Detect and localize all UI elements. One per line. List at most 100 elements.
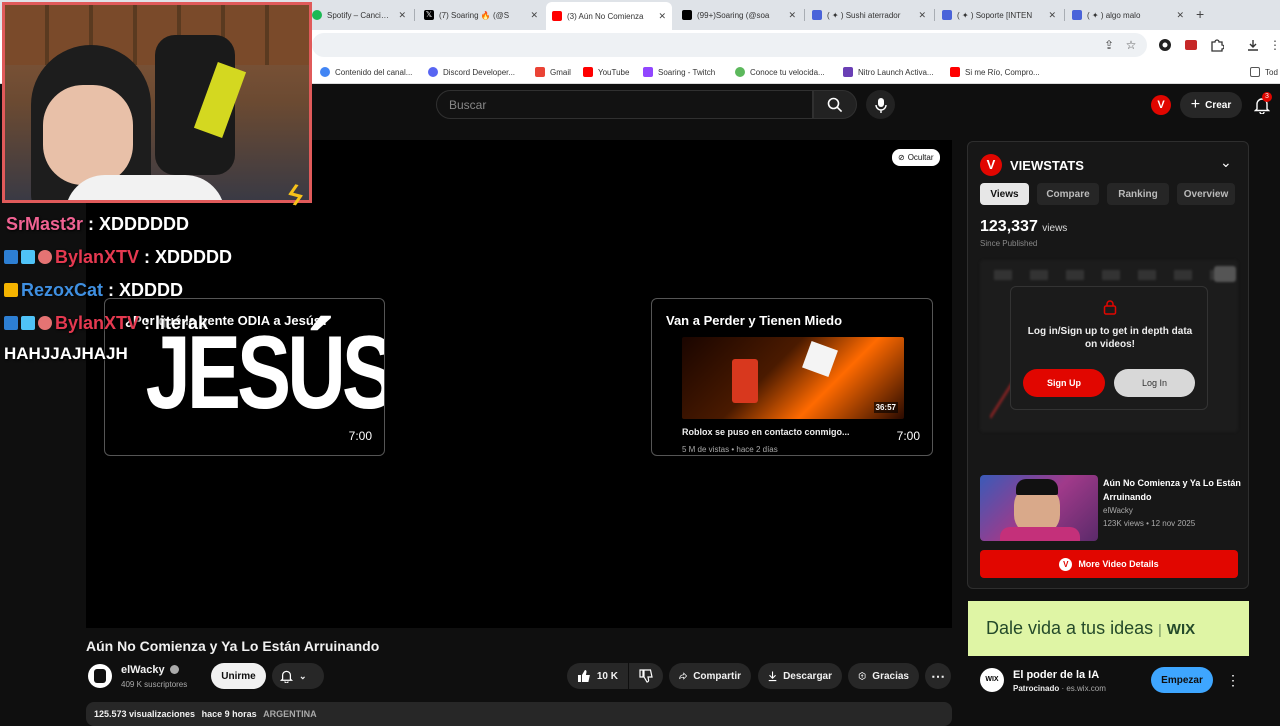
viewstats-video-meta: 123K views • 12 nov 2025 [1103, 519, 1196, 528]
video-thumbnail[interactable] [980, 475, 1098, 541]
bookmark-item[interactable]: Contenido del canal... [320, 65, 412, 79]
bookmark-item[interactable]: Soaring - Twitch [643, 65, 715, 79]
tab-ranking[interactable]: Ranking [1107, 183, 1169, 205]
video-player[interactable]: ⊘ Ocultar JESÚS ¿Por qué la gente ODIA a… [86, 140, 952, 628]
browser-tab-soporte[interactable]: ( ✦ ) Soporte [INTEN ✕ [936, 4, 1062, 26]
search-box [436, 90, 813, 119]
channel-name[interactable]: elWacky [121, 664, 179, 676]
close-icon[interactable]: ✕ [918, 10, 926, 21]
browser-tab-algo-malo[interactable]: ( ✦ ) algo malo ✕ [1066, 4, 1190, 26]
subscribe-notifications-button[interactable]: ⌄ [272, 663, 324, 689]
bookmark-folder[interactable]: Tod [1250, 65, 1278, 79]
like-button[interactable]: 10 K [567, 663, 628, 689]
bookmark-item[interactable]: Si me Río, Compro... [950, 65, 1040, 79]
x-logo-icon: 𝕏 [424, 10, 434, 20]
extension-red-icon[interactable] [1184, 38, 1198, 52]
bookmark-star-icon[interactable]: ☆ [1124, 38, 1138, 52]
menu-icon[interactable]: ⋮ [1268, 38, 1280, 52]
views-count: 123,337 [980, 218, 1038, 235]
browser-tab-tiktok[interactable]: (99+)Soaring (@soa ✕ [676, 4, 802, 26]
new-tab-button[interactable]: + [1196, 6, 1204, 22]
upload-time: hace 9 horas [201, 709, 257, 719]
voice-search-button[interactable] [866, 90, 895, 119]
chat-message: RezoxCat : XDDDD [4, 280, 183, 301]
close-icon[interactable]: ✕ [1176, 10, 1184, 21]
thumbnail-shirt [1000, 527, 1080, 541]
discord-icon [428, 67, 438, 77]
tab-views[interactable]: Views [980, 183, 1029, 205]
view-count: 125.573 visualizaciones [94, 709, 196, 719]
download-icon [768, 671, 777, 682]
since-published: Since Published [980, 239, 1038, 248]
chevron-down-icon: ⌄ [299, 670, 307, 681]
ad-cta-button[interactable]: Empezar [1151, 667, 1213, 693]
viewstats-video-title[interactable]: Aún No Comienza y Ya Lo Están Arruinando [1103, 476, 1243, 504]
eye-off-icon: ⊘ [898, 153, 905, 162]
tab-overview[interactable]: Overview [1177, 183, 1235, 205]
more-video-details-button[interactable]: V More Video Details [980, 550, 1238, 578]
bookmark-item[interactable]: Discord Developer... [428, 65, 515, 79]
hide-endcards-button[interactable]: ⊘ Ocultar [892, 149, 940, 166]
endcard-video-2[interactable]: Van a Perder y Tienen Miedo 36:57 Roblox… [651, 298, 933, 456]
signup-button[interactable]: Sign Up [1023, 369, 1105, 397]
notification-count-badge: 3 [1262, 92, 1272, 102]
streamer-shirt [65, 175, 225, 200]
ad-title[interactable]: El poder de la IA [1013, 669, 1099, 681]
bookmark-item[interactable]: Conoce tu velocida... [735, 65, 825, 79]
browser-tab-sushi[interactable]: ( ✦ ) Sushi aterrador ✕ [806, 4, 932, 26]
download-label: Descargar [783, 670, 832, 682]
google-icon [320, 67, 330, 77]
viewstats-extension-icon[interactable]: V [1151, 95, 1171, 115]
close-icon[interactable]: ✕ [398, 10, 406, 21]
chat-app-icon [1072, 10, 1082, 20]
login-button[interactable]: Log In [1114, 369, 1195, 397]
microphone-icon [874, 97, 887, 113]
channel-avatar[interactable] [88, 664, 112, 688]
install-app-icon[interactable]: ⇪ [1102, 38, 1116, 52]
dislike-button[interactable] [629, 663, 663, 689]
chat-text: : literak [139, 313, 209, 333]
browser-tab-spotify[interactable]: Spotify – Canciones q ✕ [306, 4, 412, 26]
address-bar[interactable]: ⇪ ☆ [312, 33, 1147, 57]
close-icon[interactable]: ✕ [788, 10, 796, 21]
search-button[interactable] [813, 90, 857, 119]
collapse-chevron-icon[interactable]: ⌄ [1220, 154, 1232, 171]
thumbnail-cap [1016, 479, 1058, 495]
lock-icon [1103, 300, 1117, 315]
bookmark-item[interactable]: YouTube [583, 65, 629, 79]
endcard-duration: 7:00 [348, 429, 372, 443]
bookmark-item[interactable]: Nitro Launch Activa... [843, 65, 934, 79]
browser-tab-x[interactable]: 𝕏 (7) Soaring 🔥 (@S ✕ [418, 4, 544, 26]
close-icon[interactable]: ✕ [658, 11, 666, 22]
description-meta: 125.573 visualizaciones hace 9 horas ARG… [94, 709, 317, 719]
join-button[interactable]: Unirme [211, 663, 266, 689]
ad-meta: Patrocinado · es.wix.com [1013, 684, 1106, 693]
tab-compare[interactable]: Compare [1037, 183, 1099, 205]
close-icon[interactable]: ✕ [1048, 10, 1056, 21]
extensions-puzzle-icon[interactable] [1210, 38, 1224, 52]
description-box[interactable]: 125.573 visualizaciones hace 9 horas ARG… [86, 702, 952, 726]
create-label: Crear [1205, 99, 1232, 111]
notifications-button[interactable]: 3 [1254, 92, 1272, 114]
extension-icon[interactable] [1158, 38, 1172, 52]
tab-label: ( ✦ ) algo malo [1087, 10, 1141, 20]
youtube-icon [950, 67, 960, 77]
bookmark-item[interactable]: Gmail [535, 65, 571, 79]
twitch-icon [643, 67, 653, 77]
download-button[interactable]: Descargar [758, 663, 842, 689]
chat-text: : XDDDDD [139, 247, 233, 267]
viewstats-panel: V VIEWSTATS ⌄ Views Compare Ranking Over… [967, 141, 1249, 589]
ad-banner-divider: | [1158, 621, 1162, 637]
more-actions-button[interactable]: ⋯ [925, 663, 951, 689]
share-button[interactable]: Compartir [669, 663, 751, 689]
search-input[interactable] [437, 91, 812, 118]
thanks-button[interactable]: Gracias [848, 663, 919, 689]
create-button[interactable]: + Crear [1180, 92, 1242, 118]
close-icon[interactable]: ✕ [530, 10, 538, 21]
ad-banner[interactable]: Dale vida a tus ideas | WIX [968, 601, 1249, 656]
ad-logo[interactable]: WIX [980, 668, 1004, 692]
ad-menu-icon[interactable]: ⋮ [1226, 672, 1240, 689]
chat-app-icon [942, 10, 952, 20]
browser-tab-youtube-active[interactable]: (3) Aún No Comienza ✕ [546, 2, 672, 30]
download-icon[interactable] [1246, 38, 1260, 52]
